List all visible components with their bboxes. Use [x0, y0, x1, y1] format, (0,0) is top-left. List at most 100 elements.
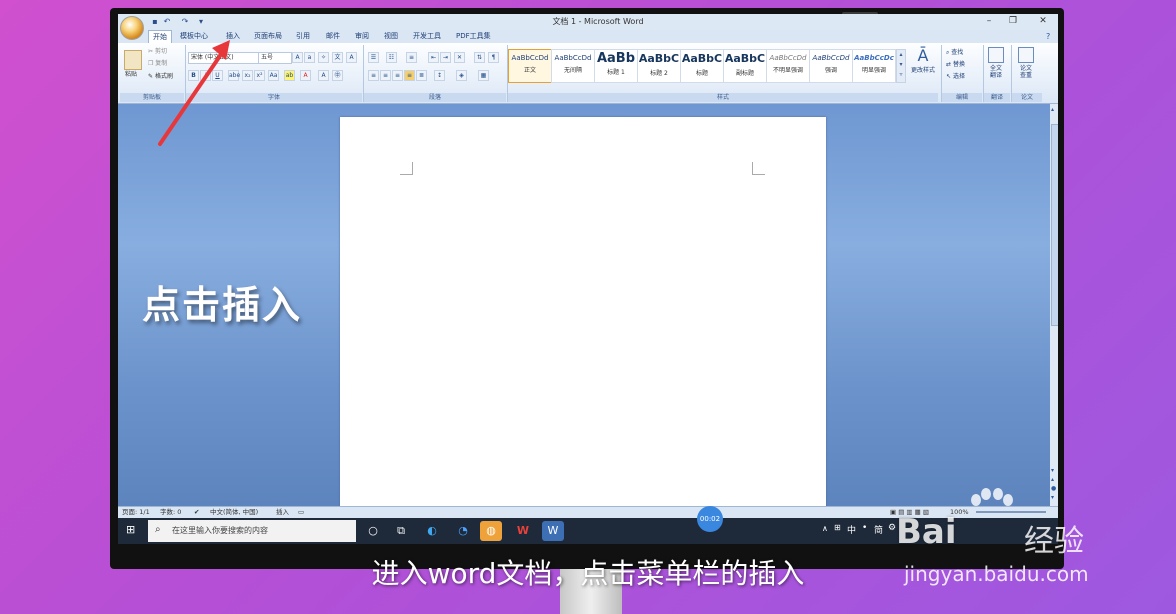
punctuation-icon[interactable]: •: [862, 523, 867, 533]
tab-developer[interactable]: 开发工具: [409, 30, 445, 43]
wechat-icon[interactable]: ◍: [480, 521, 502, 541]
char-shading-icon[interactable]: A: [318, 70, 329, 81]
close-button[interactable]: ✕: [1036, 15, 1050, 27]
style-no-spacing[interactable]: AaBbCcDd 无间隔: [551, 49, 595, 83]
phonetic-icon[interactable]: 文: [332, 52, 343, 63]
translate-icon: [988, 47, 1004, 63]
decrease-indent-icon[interactable]: ⇤: [428, 52, 439, 63]
subscript-icon[interactable]: x₂: [242, 70, 253, 81]
borders-icon[interactable]: ▦: [478, 70, 489, 81]
align-center-icon[interactable]: ≡: [380, 70, 391, 81]
replace-label: 替换: [952, 61, 965, 68]
word-app-icon[interactable]: W: [542, 521, 564, 541]
proofing-icon[interactable]: ✔: [194, 507, 199, 517]
tab-page-layout[interactable]: 页面布局: [250, 30, 286, 43]
superscript-icon[interactable]: x²: [254, 70, 265, 81]
style-normal[interactable]: AaBbCcDd 正文: [508, 49, 552, 83]
styles-scroll-icon[interactable]: ▴ ▾ ▿: [896, 49, 906, 83]
style-heading-1[interactable]: AaBb 标题 1: [594, 49, 638, 83]
justify-icon[interactable]: ≡: [404, 70, 415, 81]
paper-check-button[interactable]: 论文查重: [1014, 47, 1038, 79]
style-sample: AaBbC: [638, 52, 680, 65]
maximize-button[interactable]: ❐: [1006, 15, 1020, 27]
chinese-layout-icon[interactable]: ✕: [454, 52, 465, 63]
tab-mailings[interactable]: 邮件: [322, 30, 344, 43]
tray-keyboard-icon[interactable]: ⊞: [834, 523, 841, 532]
multilevel-list-icon[interactable]: ≡: [406, 52, 417, 63]
change-case-icon[interactable]: Aa: [268, 70, 279, 81]
paper-check-label: 论文查重: [1019, 65, 1032, 79]
style-emphasis[interactable]: AaBbCcDd 强调: [809, 49, 853, 83]
insert-mode[interactable]: 插入: [276, 507, 289, 517]
style-subtle-emphasis[interactable]: AaBbCcDd 不明显强调: [766, 49, 810, 83]
font-color-icon[interactable]: A: [300, 70, 311, 81]
ime-indicator[interactable]: 中: [847, 523, 856, 536]
style-heading-2[interactable]: AaBbC 标题 2: [637, 49, 681, 83]
paste-icon[interactable]: [124, 50, 142, 70]
full-translate-button[interactable]: 全文翻译: [984, 47, 1008, 79]
scroll-thumb[interactable]: [1051, 124, 1058, 326]
shrink-font-icon[interactable]: a: [304, 52, 315, 63]
tab-review[interactable]: 审阅: [351, 30, 373, 43]
save-icon[interactable]: ▪: [150, 17, 160, 27]
translate-group-label: 翻译: [984, 93, 1010, 102]
language-status[interactable]: 中文(简体, 中国): [210, 507, 258, 517]
scroll-buttons-icon[interactable]: ▾ ▴ ● ▾: [1051, 466, 1056, 502]
align-left-icon[interactable]: ≡: [368, 70, 379, 81]
task-view-icon[interactable]: ⧉: [390, 521, 412, 541]
tab-pdf-tools[interactable]: PDF工具集: [452, 30, 495, 43]
macro-icon[interactable]: ▭: [298, 507, 304, 517]
style-sample: AaBbCcDd: [812, 54, 850, 62]
line-spacing-icon[interactable]: ↕: [434, 70, 445, 81]
help-icon[interactable]: ?: [1046, 32, 1050, 41]
clear-format-icon[interactable]: ✧: [318, 52, 329, 63]
enclose-char-icon[interactable]: ㊥: [332, 70, 343, 81]
cortana-icon[interactable]: ○: [362, 521, 384, 541]
style-intense-emphasis[interactable]: AaBbCcDc 明显强调: [852, 49, 896, 83]
wps-icon[interactable]: W: [512, 521, 534, 541]
styles-group-label: 样式: [508, 93, 938, 102]
overlay-instruction: 点击插入: [142, 283, 303, 327]
windows-start-icon[interactable]: ⊞: [126, 524, 138, 536]
quick-access-dropdown-icon[interactable]: ▾: [196, 17, 206, 27]
char-border-icon[interactable]: A: [346, 52, 357, 63]
show-marks-icon[interactable]: ¶: [488, 52, 499, 63]
tray-up-icon[interactable]: ∧: [822, 524, 828, 533]
margin-corner: [752, 162, 765, 175]
font-size-select[interactable]: 五号: [258, 52, 292, 64]
redo-icon[interactable]: ↷: [180, 17, 190, 27]
tab-references[interactable]: 引用: [292, 30, 314, 43]
increase-indent-icon[interactable]: ⇥: [440, 52, 451, 63]
replace-button[interactable]: ⇄ 替换: [946, 60, 965, 69]
tab-view[interactable]: 视图: [380, 30, 402, 43]
shading-icon[interactable]: ◈: [456, 70, 467, 81]
style-subtitle[interactable]: AaBbC 副标题: [723, 49, 767, 83]
distributed-icon[interactable]: ≣: [416, 70, 427, 81]
align-right-icon[interactable]: ≡: [392, 70, 403, 81]
ruler-toggle-icon[interactable]: ▴: [1051, 106, 1054, 113]
paragraph-group-label: 段落: [364, 93, 506, 102]
change-styles-icon: Ā: [917, 46, 929, 65]
edge-icon[interactable]: ◐: [421, 521, 443, 541]
select-button[interactable]: ↖ 选择: [946, 72, 965, 81]
word-count[interactable]: 字数: 0: [160, 507, 181, 517]
bullets-icon[interactable]: ☰: [368, 52, 379, 63]
browser-icon[interactable]: ◔: [452, 521, 474, 541]
settings-icon[interactable]: ⚙: [888, 523, 896, 533]
simplified-indicator[interactable]: 简: [874, 523, 883, 536]
page-count[interactable]: 页面: 1/1: [122, 507, 150, 517]
change-styles-button[interactable]: Ā 更改样式: [906, 46, 940, 75]
document-page[interactable]: [340, 117, 826, 509]
find-button[interactable]: ⌕ 查找: [946, 48, 963, 57]
minimize-button[interactable]: –: [982, 15, 996, 27]
paste-button[interactable]: 粘贴: [125, 70, 137, 79]
highlight-icon[interactable]: ab: [284, 70, 295, 81]
style-title[interactable]: AaBbC 标题: [680, 49, 724, 83]
numbering-icon[interactable]: ☷: [386, 52, 397, 63]
style-sample: AaBbCcDd: [554, 54, 592, 62]
grow-font-icon[interactable]: A: [292, 52, 303, 63]
sort-icon[interactable]: ⇅: [474, 52, 485, 63]
undo-icon[interactable]: ↶: [162, 17, 172, 27]
office-button[interactable]: [120, 16, 144, 40]
baidu-logo: Bai: [896, 512, 957, 552]
